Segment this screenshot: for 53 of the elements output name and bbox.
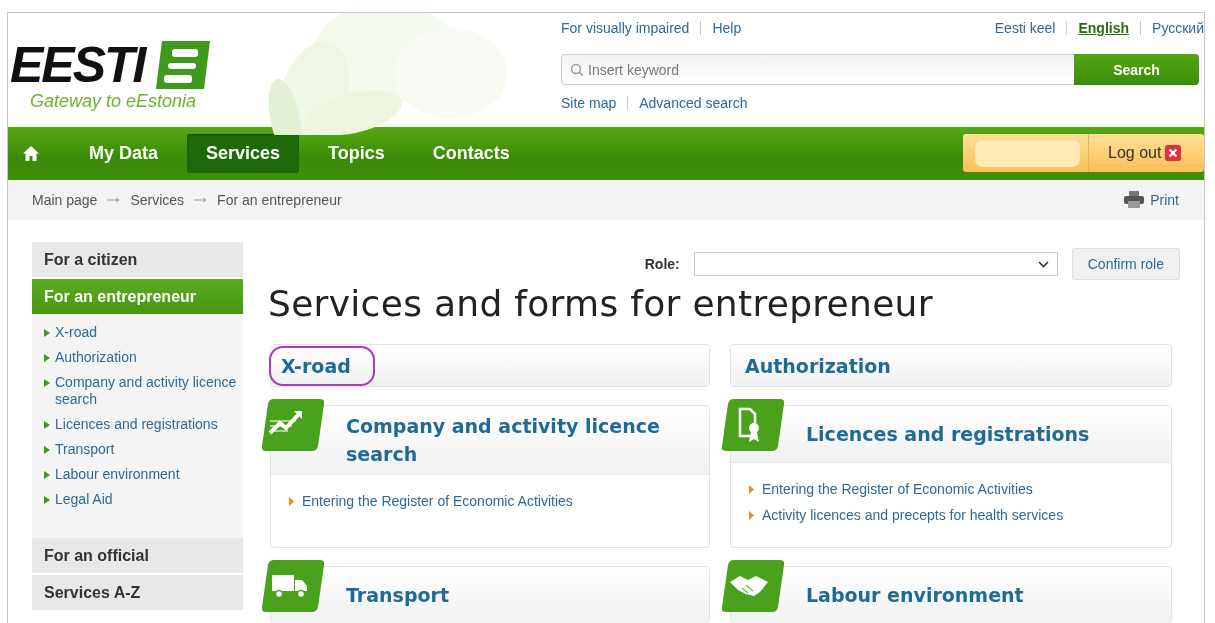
bullet-icon <box>44 421 50 429</box>
chevron-down-icon <box>1037 260 1049 268</box>
nav-tab[interactable]: My Data <box>70 133 178 173</box>
bullet-icon <box>44 446 50 454</box>
sidebar-item[interactable]: Services A-Z <box>32 575 243 610</box>
sidebar-link[interactable]: Labour environment <box>55 466 180 483</box>
bullet-icon <box>749 510 754 520</box>
search-button[interactable]: Search <box>1074 54 1199 85</box>
bullet-icon <box>44 496 50 504</box>
header-link[interactable]: Help <box>712 20 742 36</box>
sidebar-link[interactable]: Legal Aid <box>55 491 113 508</box>
role-label: Role: <box>644 256 680 272</box>
bullet-icon <box>289 496 294 506</box>
bullet-icon <box>44 354 50 362</box>
close-icon <box>1165 145 1182 162</box>
service-link[interactable]: Entering the Register of Economic Activities <box>302 493 573 509</box>
language-link[interactable]: Eesti keel <box>994 20 1056 36</box>
header-link[interactable]: Site map <box>561 95 617 111</box>
confirm-role-button[interactable]: Confirm role <box>1071 248 1180 280</box>
breadcrumb-link[interactable]: Main page <box>32 191 98 208</box>
service-link[interactable]: Activity licences and precepts for health services <box>762 507 1064 523</box>
sidebar-item[interactable]: For a citizen <box>32 242 243 277</box>
bullet-icon <box>749 484 754 494</box>
sidebar-item[interactable]: For an entrepreneur <box>32 279 243 314</box>
logo-wordmark: EESTI <box>9 40 147 90</box>
bullet-icon <box>44 329 50 337</box>
page-title: Services and forms for entrepreneur <box>268 286 934 322</box>
printer-icon <box>1124 191 1145 209</box>
sidebar-link[interactable]: Licences and registrations <box>55 416 218 433</box>
breadcrumb-current: For an entrepreneur <box>217 191 342 208</box>
nav-tab[interactable]: Contacts <box>413 133 529 173</box>
sidebar-link[interactable]: Company and activity licence search <box>55 374 237 408</box>
language-link[interactable]: English <box>1078 20 1130 36</box>
sidebar-link[interactable]: X-road <box>55 324 98 341</box>
card-heading-link[interactable]: Transport <box>344 581 451 609</box>
sidebar-link[interactable]: Transport <box>55 441 115 458</box>
home-icon[interactable] <box>22 144 40 162</box>
arrow-icon <box>107 196 121 203</box>
service-link[interactable]: Entering the Register of Economic Activities <box>762 481 1033 497</box>
sidebar-link[interactable]: Authorization <box>55 349 137 366</box>
header-link[interactable]: For visually impaired <box>561 20 690 36</box>
language-link[interactable]: Русский <box>1152 20 1204 36</box>
bullet-icon <box>44 471 50 479</box>
breadcrumb-link[interactable]: Services <box>130 191 185 208</box>
sidebar-item[interactable]: For an official <box>32 538 243 573</box>
print-link[interactable]: Print <box>1124 191 1179 209</box>
nav-tab[interactable]: Services <box>187 133 300 173</box>
bullet-icon <box>44 379 50 387</box>
logo-tagline: Gateway to eEstonia <box>30 91 198 112</box>
nav-tab[interactable]: Topics <box>309 133 404 173</box>
search-field[interactable]: Insert keyword <box>561 54 1074 85</box>
header-link[interactable]: Advanced search <box>639 95 748 111</box>
arrow-icon <box>194 196 208 203</box>
